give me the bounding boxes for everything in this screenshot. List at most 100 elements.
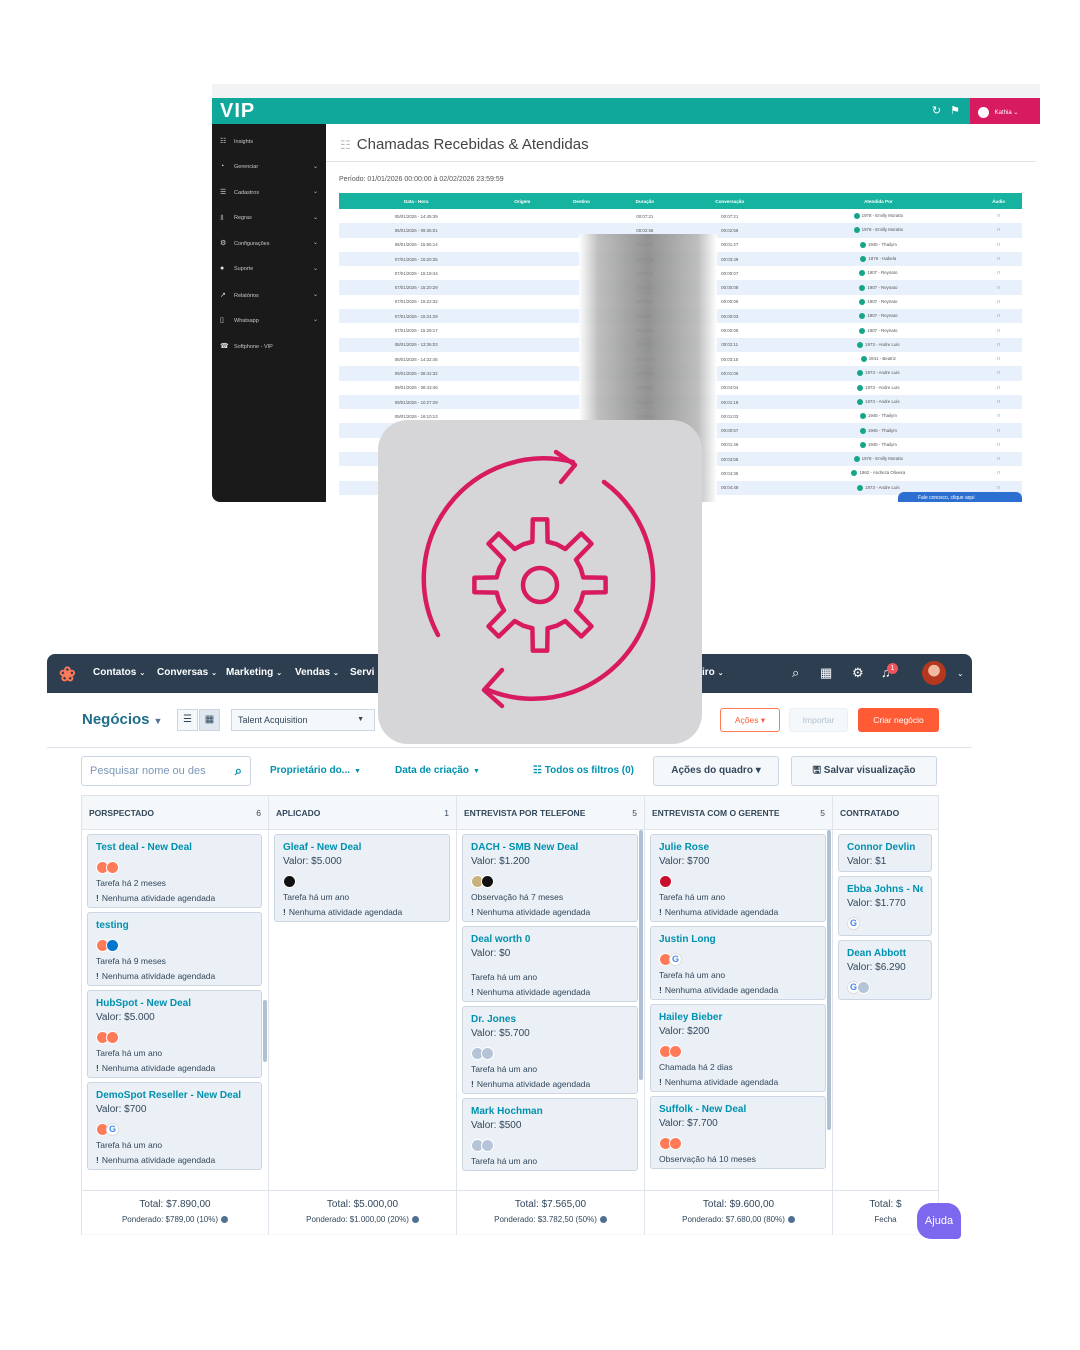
- sidebar-item-gerenciar[interactable]: ◔ Gerenciar ⌄: [212, 156, 326, 182]
- sidebar-item-insights[interactable]: ☷ Insights: [212, 130, 326, 156]
- cell-audio[interactable]: ∩: [975, 266, 1022, 280]
- board-view-icon[interactable]: ▦: [199, 709, 220, 731]
- cell-audio[interactable]: ∩: [975, 295, 1022, 309]
- cell-audio[interactable]: ∩: [975, 238, 1022, 252]
- sidebar-item-regras[interactable]: ⫫ Regras ⌄: [212, 207, 326, 233]
- headphones-icon[interactable]: ∩: [996, 227, 1000, 233]
- cell-audio[interactable]: ∩: [975, 280, 1022, 295]
- info-icon[interactable]: [599, 1216, 607, 1224]
- headphones-icon[interactable]: ∩: [996, 470, 1000, 476]
- sidebar-item-whatsapp[interactable]: ▯ Whatsapp ⌄: [212, 309, 326, 335]
- deal-card[interactable]: HubSpot - New Deal Valor: $5.000 Tarefa há…: [87, 990, 262, 1078]
- deal-card[interactable]: Mark Hochman Valor: $500 Tarefa há um ano: [462, 1098, 638, 1171]
- nav-conversas[interactable]: Conversas ⌄: [157, 667, 217, 678]
- deal-card[interactable]: testing Tarefa há 9 meses ! Nenhuma ativida…: [87, 912, 262, 986]
- chat-widget[interactable]: Fale conosco, clique aqui: [898, 492, 1022, 502]
- board-actions-button[interactable]: Ações do quadro ▾: [653, 756, 779, 786]
- refresh-icon[interactable]: ↻: [932, 105, 941, 117]
- deal-card[interactable]: DemoSpot Reseller - New Deal Valor: $700 G…: [87, 1082, 262, 1170]
- headphones-icon[interactable]: ∩: [996, 242, 1000, 248]
- column-header[interactable]: CONTRATADO: [833, 796, 938, 830]
- sidebar-item-relat-rios[interactable]: ↗ Relatórios ⌄: [212, 284, 326, 310]
- headphones-icon[interactable]: ∩: [996, 485, 1000, 491]
- deal-card[interactable]: Gleaf - New Deal Valor: $5.000 Tarefa há u…: [274, 834, 450, 922]
- sidebar-item-configura-es[interactable]: ⚙ Configurações ⌄: [212, 232, 326, 258]
- headphones-icon[interactable]: ∩: [996, 313, 1000, 319]
- search-input[interactable]: Pesquisar nome ou des ⌕: [81, 756, 251, 786]
- cell-audio[interactable]: ∩: [975, 223, 1022, 238]
- nav-servicos[interactable]: Servi: [350, 667, 374, 678]
- company-logo-icon[interactable]: [659, 875, 672, 889]
- headphones-icon[interactable]: ∩: [996, 428, 1000, 434]
- column-header[interactable]: ENTREVISTA COM O GERENTE 5: [645, 796, 832, 830]
- headphones-icon[interactable]: ∩: [996, 213, 1000, 219]
- cell-audio[interactable]: ∩: [975, 309, 1022, 324]
- list-view-icon[interactable]: ☰: [177, 709, 198, 731]
- deal-name[interactable]: Suffolk - New Deal: [659, 1104, 817, 1115]
- deal-card[interactable]: Julie Rose Valor: $700 Tarefa há um ano ! Ne…: [650, 834, 826, 922]
- hubspot-logo-icon[interactable]: ❀: [59, 662, 76, 687]
- info-icon[interactable]: [221, 1216, 229, 1224]
- cell-audio[interactable]: ∩: [975, 394, 1022, 410]
- company-logo-icon[interactable]: G: [669, 953, 682, 967]
- company-logo-icon[interactable]: [106, 939, 119, 953]
- company-logo-icon[interactable]: [106, 861, 119, 875]
- deal-card[interactable]: Connor Devlin Valor: $1: [838, 834, 932, 872]
- deal-name[interactable]: Dr. Jones: [471, 1014, 629, 1025]
- search-icon[interactable]: ⌕: [792, 665, 799, 681]
- page-title[interactable]: Negócios ▼: [82, 711, 162, 728]
- column-header[interactable]: PORSPECTADO 6: [82, 796, 268, 830]
- deal-name[interactable]: Gleaf - New Deal: [283, 842, 441, 853]
- save-view-button[interactable]: 🖫 Salvar visualização: [791, 756, 937, 786]
- user-menu[interactable]: Kathia ⌄: [970, 98, 1040, 124]
- company-logo-icon[interactable]: [481, 1139, 494, 1153]
- headphones-icon[interactable]: ∩: [996, 442, 1000, 448]
- cell-audio[interactable]: ∩: [975, 323, 1022, 337]
- megaphone-icon[interactable]: ⚑: [950, 105, 960, 117]
- deal-name[interactable]: Justin Long: [659, 934, 817, 945]
- deal-card[interactable]: Dr. Jones Valor: $5.700 Tarefa há um ano ! N…: [462, 1006, 638, 1094]
- deal-card[interactable]: Suffolk - New Deal Valor: $7.700 Observaçã…: [650, 1096, 826, 1169]
- chevron-down-icon[interactable]: ⌄: [957, 669, 964, 678]
- headphones-icon[interactable]: ∩: [996, 342, 1000, 348]
- sidebar-item-suporte[interactable]: ● Suporte ⌄: [212, 258, 326, 284]
- cell-audio[interactable]: ∩: [975, 466, 1022, 480]
- deal-name[interactable]: Ebba Johns - New: [847, 884, 923, 895]
- settings-gear-icon[interactable]: ⚙: [852, 665, 864, 681]
- company-logo-icon[interactable]: [283, 875, 296, 889]
- deal-name[interactable]: Test deal - New Deal: [96, 842, 253, 853]
- created-date-filter[interactable]: Data de criação ▼: [395, 765, 480, 776]
- cell-audio[interactable]: ∩: [975, 352, 1022, 366]
- headphones-icon[interactable]: ∩: [996, 299, 1000, 305]
- deal-card[interactable]: Justin Long G Tarefa há um ano ! Nenhuma ati…: [650, 926, 826, 1000]
- actions-button[interactable]: Ações ▾: [720, 708, 780, 732]
- headphones-icon[interactable]: ∩: [996, 356, 1000, 362]
- headphones-icon[interactable]: ∩: [996, 399, 1000, 405]
- company-logo-icon[interactable]: [669, 1045, 682, 1059]
- nav-vendas[interactable]: Vendas ⌄: [295, 667, 339, 678]
- headphones-icon[interactable]: ∩: [996, 370, 1000, 376]
- cell-audio[interactable]: ∩: [975, 366, 1022, 381]
- company-logo-icon[interactable]: [481, 1047, 494, 1061]
- headphones-icon[interactable]: ∩: [996, 270, 1000, 276]
- deal-name[interactable]: Hailey Bieber: [659, 1012, 817, 1023]
- company-logo-icon[interactable]: G: [106, 1123, 119, 1137]
- cell-audio[interactable]: ∩: [975, 423, 1022, 438]
- cell-audio[interactable]: ∩: [975, 409, 1022, 423]
- nav-financeiro[interactable]: iro ⌄: [702, 667, 724, 678]
- cell-audio[interactable]: ∩: [975, 452, 1022, 467]
- company-logo-icon[interactable]: [106, 1031, 119, 1045]
- deal-card[interactable]: Dean Abbott Valor: $6.290 G: [838, 940, 932, 1000]
- deal-name[interactable]: testing: [96, 920, 253, 931]
- help-button[interactable]: Ajuda: [917, 1203, 961, 1239]
- sidebar-item-softphone-vip[interactable]: ☎ Softphone - VIP: [212, 335, 326, 361]
- create-deal-button[interactable]: Criar negócio: [858, 708, 939, 732]
- headphones-icon[interactable]: ∩: [996, 328, 1000, 334]
- deal-name[interactable]: Julie Rose: [659, 842, 817, 853]
- cell-audio[interactable]: ∩: [975, 438, 1022, 452]
- nav-contatos[interactable]: Contatos ⌄: [93, 667, 145, 678]
- headphones-icon[interactable]: ∩: [996, 256, 1000, 262]
- cell-audio[interactable]: ∩: [975, 337, 1022, 352]
- browser-address-bar[interactable]: [212, 84, 1040, 98]
- deal-card[interactable]: DACH - SMB New Deal Valor: $1.200 Observaç…: [462, 834, 638, 922]
